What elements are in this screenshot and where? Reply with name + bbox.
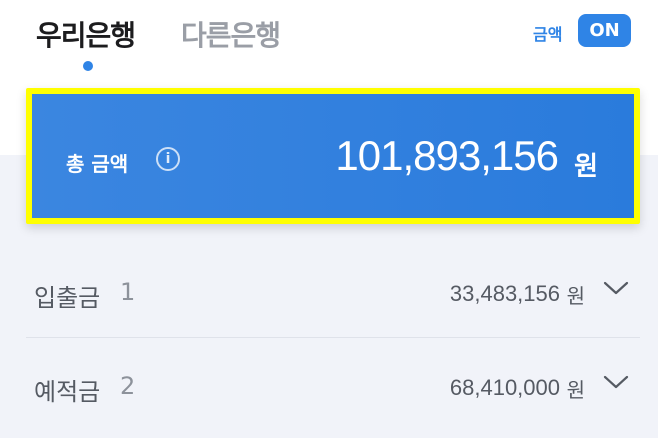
account-unit: 원 [566, 284, 585, 308]
tab-other-bank[interactable]: 다른은행 [181, 14, 281, 54]
total-label: 총 금액 [66, 152, 129, 176]
total-unit: 원 [574, 152, 598, 182]
account-count: 2 [120, 372, 136, 400]
amount-toggle-button[interactable]: ON [578, 14, 631, 47]
account-count: 1 [120, 278, 136, 306]
account-name: 예적금 [34, 378, 101, 406]
account-row-deposit[interactable]: 입출금 1 33,483,156 원 [26, 246, 640, 338]
total-amount: 101,893,156 [335, 132, 559, 179]
total-amount-card: 총 금액 i 101,893,156 원 [26, 88, 640, 224]
account-amount: 68,410,000 [449, 375, 560, 400]
account-amount: 33,483,156 [449, 281, 560, 306]
amount-toggle-label: 금액 [533, 25, 563, 44]
account-name: 입출금 [34, 284, 101, 312]
chevron-down-icon[interactable] [602, 278, 630, 298]
account-row-savings[interactable]: 예적금 2 68,410,000 원 [26, 340, 640, 432]
active-tab-indicator [83, 61, 93, 71]
row-divider [26, 337, 640, 338]
total-card-body: 총 금액 i 101,893,156 원 [32, 94, 634, 218]
chevron-down-icon[interactable] [602, 372, 630, 392]
account-unit: 원 [566, 378, 585, 402]
tab-woori-bank[interactable]: 우리은행 [36, 14, 136, 54]
info-icon[interactable]: i [156, 147, 180, 171]
